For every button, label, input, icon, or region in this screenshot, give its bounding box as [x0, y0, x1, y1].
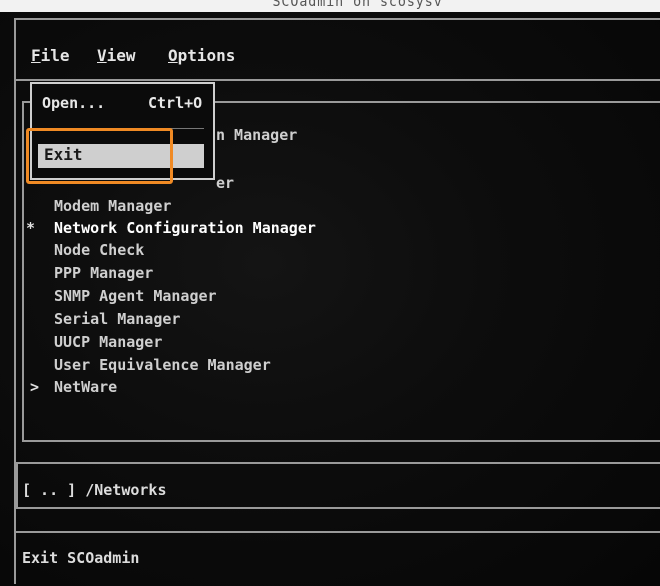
frame-top [14, 18, 660, 20]
current-path: [ .. ] /Networks [22, 481, 167, 499]
list-item-modem-manager[interactable]: Modem Manager [54, 197, 171, 215]
menu-item-open[interactable]: Open... [42, 94, 105, 112]
list-item-network-configuration-manager[interactable]: Network Configuration Manager [54, 219, 316, 237]
menubar-separator [14, 79, 660, 81]
list-frame-bottom [22, 440, 660, 442]
list-frame-left [22, 101, 24, 441]
path-frame-left [16, 462, 18, 508]
list-item-uucp-manager[interactable]: UUCP Manager [54, 333, 162, 351]
list-item-netware[interactable]: NetWare [54, 378, 117, 396]
menu-options[interactable]: Options [168, 46, 235, 65]
path-frame-bottom [16, 507, 660, 509]
status-line: Exit SCOadmin [22, 549, 140, 567]
list-item-snmp-agent-manager[interactable]: SNMP Agent Manager [54, 287, 217, 305]
menu-view[interactable]: View [97, 46, 136, 65]
list-item-ppp-manager[interactable]: PPP Manager [54, 264, 153, 282]
folder-marker: > [30, 378, 40, 396]
window-title: SCOadmin on scosysv [272, 0, 443, 10]
path-frame-top [16, 462, 660, 464]
list-item-serial-manager[interactable]: Serial Manager [54, 310, 180, 328]
menu-file[interactable]: File [31, 46, 70, 65]
terminal-screen: SCOadmin on scosysv File View Options n … [0, 0, 660, 586]
list-item-node-check[interactable]: Node Check [54, 241, 144, 259]
exit-highlight-box [26, 128, 173, 184]
list-item-user-equivalence-manager[interactable]: User Equivalence Manager [54, 356, 271, 374]
list-item-partial[interactable]: er [216, 174, 234, 192]
list-item-partial[interactable]: n Manager [216, 126, 297, 144]
open-shortcut: Ctrl+O [148, 94, 203, 112]
status-separator [14, 531, 660, 533]
selected-marker: * [26, 219, 36, 237]
